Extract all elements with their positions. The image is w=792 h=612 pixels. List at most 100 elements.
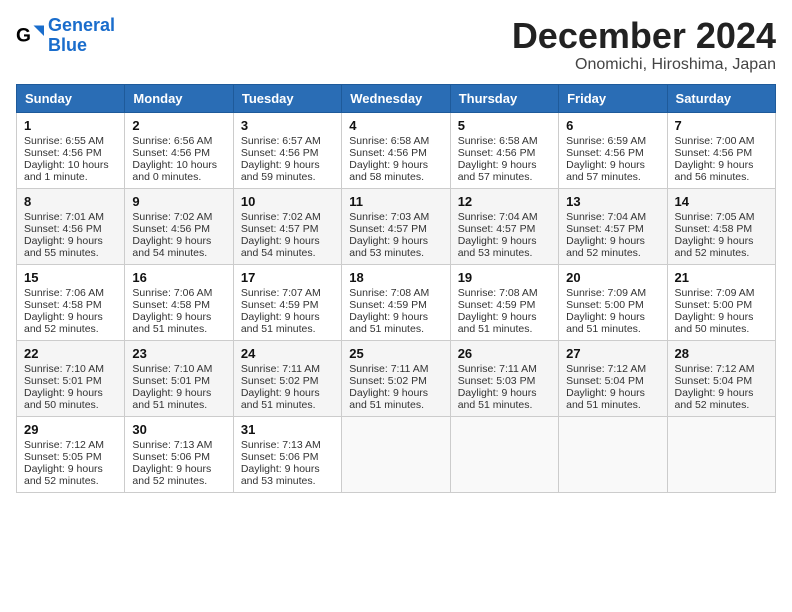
sunset-label: Sunset: 4:58 PM xyxy=(24,299,102,311)
sunset-label: Sunset: 4:57 PM xyxy=(241,223,319,235)
sunset-label: Sunset: 5:06 PM xyxy=(132,451,210,463)
calendar-cell: 8 Sunrise: 7:01 AM Sunset: 4:56 PM Dayli… xyxy=(17,188,125,264)
daylight-label: Daylight: 9 hours and 56 minutes. xyxy=(675,159,754,183)
header-wednesday: Wednesday xyxy=(342,84,450,112)
calendar-cell: 21 Sunrise: 7:09 AM Sunset: 5:00 PM Dayl… xyxy=(667,264,775,340)
sunrise-label: Sunrise: 7:12 AM xyxy=(24,439,104,451)
daylight-label: Daylight: 9 hours and 52 minutes. xyxy=(675,387,754,411)
day-number: 26 xyxy=(458,346,551,361)
calendar-header-row: SundayMondayTuesdayWednesdayThursdayFrid… xyxy=(17,84,776,112)
sunrise-label: Sunrise: 7:05 AM xyxy=(675,211,755,223)
daylight-label: Daylight: 9 hours and 51 minutes. xyxy=(458,311,537,335)
sunrise-label: Sunrise: 7:09 AM xyxy=(675,287,755,299)
sunset-label: Sunset: 4:56 PM xyxy=(349,147,427,159)
daylight-label: Daylight: 9 hours and 52 minutes. xyxy=(675,235,754,259)
logo-text-line2: Blue xyxy=(48,36,115,56)
sunset-label: Sunset: 5:00 PM xyxy=(675,299,753,311)
sunrise-label: Sunrise: 7:11 AM xyxy=(241,363,320,375)
logo-text-line1: General xyxy=(48,16,115,36)
daylight-label: Daylight: 9 hours and 53 minutes. xyxy=(241,463,320,487)
calendar-cell: 20 Sunrise: 7:09 AM Sunset: 5:00 PM Dayl… xyxy=(559,264,667,340)
day-number: 19 xyxy=(458,270,551,285)
calendar-cell: 5 Sunrise: 6:58 AM Sunset: 4:56 PM Dayli… xyxy=(450,112,558,188)
daylight-label: Daylight: 9 hours and 51 minutes. xyxy=(132,387,211,411)
daylight-label: Daylight: 9 hours and 51 minutes. xyxy=(241,311,320,335)
daylight-label: Daylight: 9 hours and 53 minutes. xyxy=(349,235,428,259)
sunset-label: Sunset: 5:00 PM xyxy=(566,299,644,311)
sunrise-label: Sunrise: 7:12 AM xyxy=(566,363,646,375)
calendar-cell: 10 Sunrise: 7:02 AM Sunset: 4:57 PM Dayl… xyxy=(233,188,341,264)
month-title: December 2024 xyxy=(512,16,776,56)
sunset-label: Sunset: 5:04 PM xyxy=(566,375,644,387)
calendar-cell: 11 Sunrise: 7:03 AM Sunset: 4:57 PM Dayl… xyxy=(342,188,450,264)
calendar-cell: 12 Sunrise: 7:04 AM Sunset: 4:57 PM Dayl… xyxy=(450,188,558,264)
day-number: 28 xyxy=(675,346,768,361)
day-number: 31 xyxy=(241,422,334,437)
calendar-cell: 9 Sunrise: 7:02 AM Sunset: 4:56 PM Dayli… xyxy=(125,188,233,264)
calendar-cell: 26 Sunrise: 7:11 AM Sunset: 5:03 PM Dayl… xyxy=(450,340,558,416)
calendar-cell: 18 Sunrise: 7:08 AM Sunset: 4:59 PM Dayl… xyxy=(342,264,450,340)
day-number: 20 xyxy=(566,270,659,285)
day-number: 16 xyxy=(132,270,225,285)
sunrise-label: Sunrise: 7:04 AM xyxy=(458,211,538,223)
daylight-label: Daylight: 9 hours and 52 minutes. xyxy=(24,311,103,335)
calendar-week-4: 22 Sunrise: 7:10 AM Sunset: 5:01 PM Dayl… xyxy=(17,340,776,416)
daylight-label: Daylight: 9 hours and 50 minutes. xyxy=(24,387,103,411)
sunrise-label: Sunrise: 6:58 AM xyxy=(458,135,538,147)
calendar-week-2: 8 Sunrise: 7:01 AM Sunset: 4:56 PM Dayli… xyxy=(17,188,776,264)
header-saturday: Saturday xyxy=(667,84,775,112)
sunrise-label: Sunrise: 7:07 AM xyxy=(241,287,321,299)
sunset-label: Sunset: 5:02 PM xyxy=(349,375,427,387)
calendar-cell: 3 Sunrise: 6:57 AM Sunset: 4:56 PM Dayli… xyxy=(233,112,341,188)
day-number: 9 xyxy=(132,194,225,209)
daylight-label: Daylight: 9 hours and 52 minutes. xyxy=(566,235,645,259)
calendar-cell: 2 Sunrise: 6:56 AM Sunset: 4:56 PM Dayli… xyxy=(125,112,233,188)
sunset-label: Sunset: 4:59 PM xyxy=(458,299,536,311)
sunset-label: Sunset: 4:57 PM xyxy=(566,223,644,235)
sunrise-label: Sunrise: 6:59 AM xyxy=(566,135,646,147)
sunset-label: Sunset: 5:06 PM xyxy=(241,451,319,463)
calendar-cell: 1 Sunrise: 6:55 AM Sunset: 4:56 PM Dayli… xyxy=(17,112,125,188)
daylight-label: Daylight: 9 hours and 52 minutes. xyxy=(132,463,211,487)
day-number: 25 xyxy=(349,346,442,361)
day-number: 2 xyxy=(132,118,225,133)
sunset-label: Sunset: 4:56 PM xyxy=(241,147,319,159)
calendar-cell: 4 Sunrise: 6:58 AM Sunset: 4:56 PM Dayli… xyxy=(342,112,450,188)
sunset-label: Sunset: 4:56 PM xyxy=(132,147,210,159)
day-number: 3 xyxy=(241,118,334,133)
calendar-cell xyxy=(342,416,450,492)
day-number: 30 xyxy=(132,422,225,437)
sunrise-label: Sunrise: 7:12 AM xyxy=(675,363,755,375)
header-tuesday: Tuesday xyxy=(233,84,341,112)
sunset-label: Sunset: 4:56 PM xyxy=(675,147,753,159)
day-number: 5 xyxy=(458,118,551,133)
sunrise-label: Sunrise: 7:13 AM xyxy=(132,439,212,451)
daylight-label: Daylight: 9 hours and 57 minutes. xyxy=(458,159,537,183)
daylight-label: Daylight: 10 hours and 1 minute. xyxy=(24,159,109,183)
daylight-label: Daylight: 9 hours and 55 minutes. xyxy=(24,235,103,259)
logo-icon: G xyxy=(16,22,44,50)
calendar-cell: 30 Sunrise: 7:13 AM Sunset: 5:06 PM Dayl… xyxy=(125,416,233,492)
calendar-cell: 23 Sunrise: 7:10 AM Sunset: 5:01 PM Dayl… xyxy=(125,340,233,416)
sunrise-label: Sunrise: 7:03 AM xyxy=(349,211,429,223)
daylight-label: Daylight: 9 hours and 51 minutes. xyxy=(349,387,428,411)
sunset-label: Sunset: 4:56 PM xyxy=(24,147,102,159)
daylight-label: Daylight: 9 hours and 54 minutes. xyxy=(241,235,320,259)
sunrise-label: Sunrise: 7:09 AM xyxy=(566,287,646,299)
day-number: 13 xyxy=(566,194,659,209)
logo: G General Blue xyxy=(16,16,115,56)
sunset-label: Sunset: 5:04 PM xyxy=(675,375,753,387)
day-number: 7 xyxy=(675,118,768,133)
daylight-label: Daylight: 9 hours and 50 minutes. xyxy=(675,311,754,335)
sunrise-label: Sunrise: 7:04 AM xyxy=(566,211,646,223)
calendar-table: SundayMondayTuesdayWednesdayThursdayFrid… xyxy=(16,84,776,493)
calendar-cell: 13 Sunrise: 7:04 AM Sunset: 4:57 PM Dayl… xyxy=(559,188,667,264)
sunrise-label: Sunrise: 6:57 AM xyxy=(241,135,321,147)
calendar-cell: 24 Sunrise: 7:11 AM Sunset: 5:02 PM Dayl… xyxy=(233,340,341,416)
sunset-label: Sunset: 5:05 PM xyxy=(24,451,102,463)
daylight-label: Daylight: 9 hours and 51 minutes. xyxy=(566,387,645,411)
daylight-label: Daylight: 10 hours and 0 minutes. xyxy=(132,159,217,183)
calendar-week-3: 15 Sunrise: 7:06 AM Sunset: 4:58 PM Dayl… xyxy=(17,264,776,340)
sunrise-label: Sunrise: 7:06 AM xyxy=(24,287,104,299)
day-number: 23 xyxy=(132,346,225,361)
